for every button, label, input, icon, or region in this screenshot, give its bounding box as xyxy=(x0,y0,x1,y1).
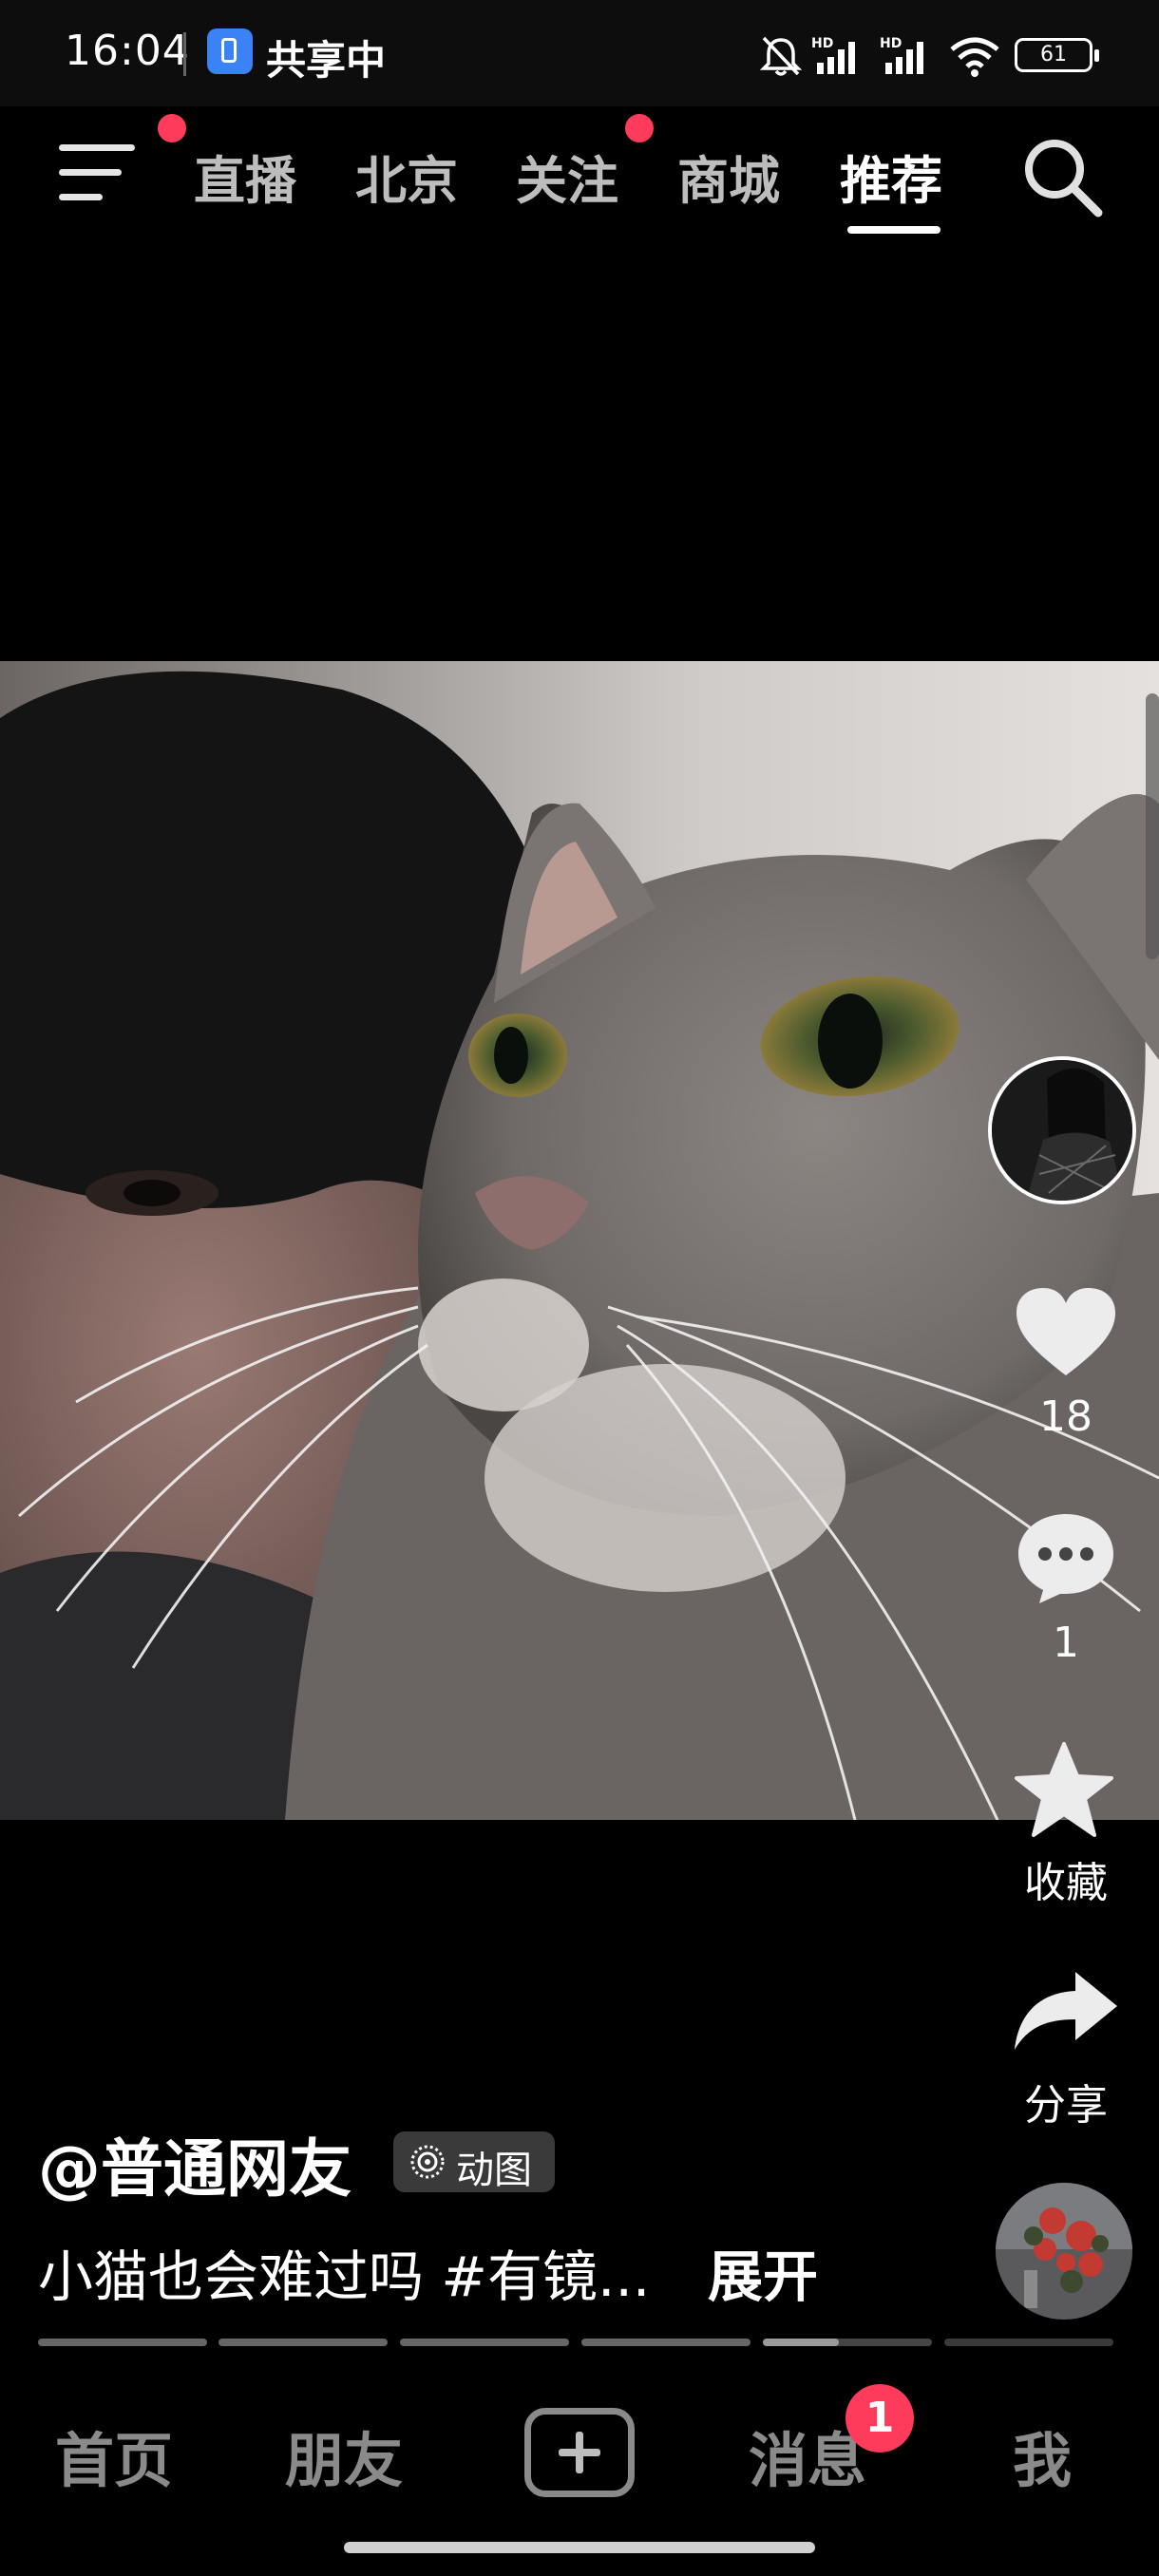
hd-signal-icon: HD xyxy=(811,36,855,74)
star-icon[interactable] xyxy=(1013,1740,1115,1839)
progress-segment xyxy=(38,2339,207,2346)
share-screen-icon xyxy=(207,28,253,74)
creator-avatar[interactable] xyxy=(988,1056,1136,1204)
nav-home[interactable]: 首页 xyxy=(55,2413,173,2498)
comment-icon[interactable] xyxy=(1016,1510,1115,1605)
expand-caption-button[interactable]: 展开 xyxy=(708,2232,818,2312)
menu-icon[interactable] xyxy=(59,141,135,207)
menu-notification-dot xyxy=(158,114,186,142)
active-tab-indicator xyxy=(847,226,940,234)
share-icon[interactable] xyxy=(1013,1968,1119,2054)
sharing-status-label: 共享中 xyxy=(266,37,387,84)
status-time: 16:04 xyxy=(65,27,190,75)
tab-mall[interactable]: 商城 xyxy=(677,139,780,214)
music-disc[interactable] xyxy=(996,2183,1132,2320)
battery-level: 61 xyxy=(1040,43,1067,66)
tab-following[interactable]: 关注 xyxy=(516,139,618,214)
progress-segment-fill xyxy=(763,2339,840,2346)
video-cat-and-person xyxy=(0,661,1159,1820)
live-photo-icon xyxy=(410,2145,445,2179)
gif-badge: 动图 xyxy=(393,2131,555,2192)
wifi-icon xyxy=(950,37,999,77)
video-player[interactable] xyxy=(0,661,1159,1820)
video-scroll-handle[interactable] xyxy=(1146,693,1159,959)
status-divider xyxy=(183,32,186,76)
battery-icon: 61 xyxy=(1015,38,1099,72)
nav-me[interactable]: 我 xyxy=(1013,2413,1072,2498)
progress-segment xyxy=(218,2339,388,2346)
tab-live[interactable]: 直播 xyxy=(194,139,296,214)
progress-segment xyxy=(944,2339,1113,2346)
progress-segment-current xyxy=(763,2339,932,2346)
create-post-button[interactable] xyxy=(524,2408,635,2497)
tab-city[interactable]: 北京 xyxy=(355,139,458,214)
following-notification-dot xyxy=(625,114,654,142)
like-count: 18 xyxy=(1039,1392,1092,1441)
tab-recommended[interactable]: 推荐 xyxy=(840,139,942,214)
hd-signal-icon: HD xyxy=(880,36,923,74)
author-name[interactable]: @普通网友 xyxy=(38,2118,352,2209)
creator-avatar-image xyxy=(992,1060,1132,1201)
music-disc-cover xyxy=(996,2183,1132,2320)
share-label: 分享 xyxy=(1024,2081,1108,2130)
video-caption: 小猫也会难过吗 #有镜... xyxy=(38,2245,651,2309)
progress-segment xyxy=(581,2339,750,2346)
mute-bell-icon xyxy=(759,36,803,76)
home-indicator[interactable] xyxy=(344,2542,815,2553)
message-count-badge: 1 xyxy=(846,2384,914,2453)
comment-count: 1 xyxy=(1053,1619,1079,1667)
svg-text:HD: HD xyxy=(880,36,902,51)
heart-icon[interactable] xyxy=(1015,1286,1117,1379)
svg-text:HD: HD xyxy=(811,36,833,51)
progress-segment xyxy=(400,2339,569,2346)
favorite-label: 收藏 xyxy=(1024,1859,1108,1907)
nav-friends[interactable]: 朋友 xyxy=(285,2413,403,2498)
search-icon[interactable] xyxy=(1018,133,1106,220)
gif-badge-label: 动图 xyxy=(456,2149,532,2192)
